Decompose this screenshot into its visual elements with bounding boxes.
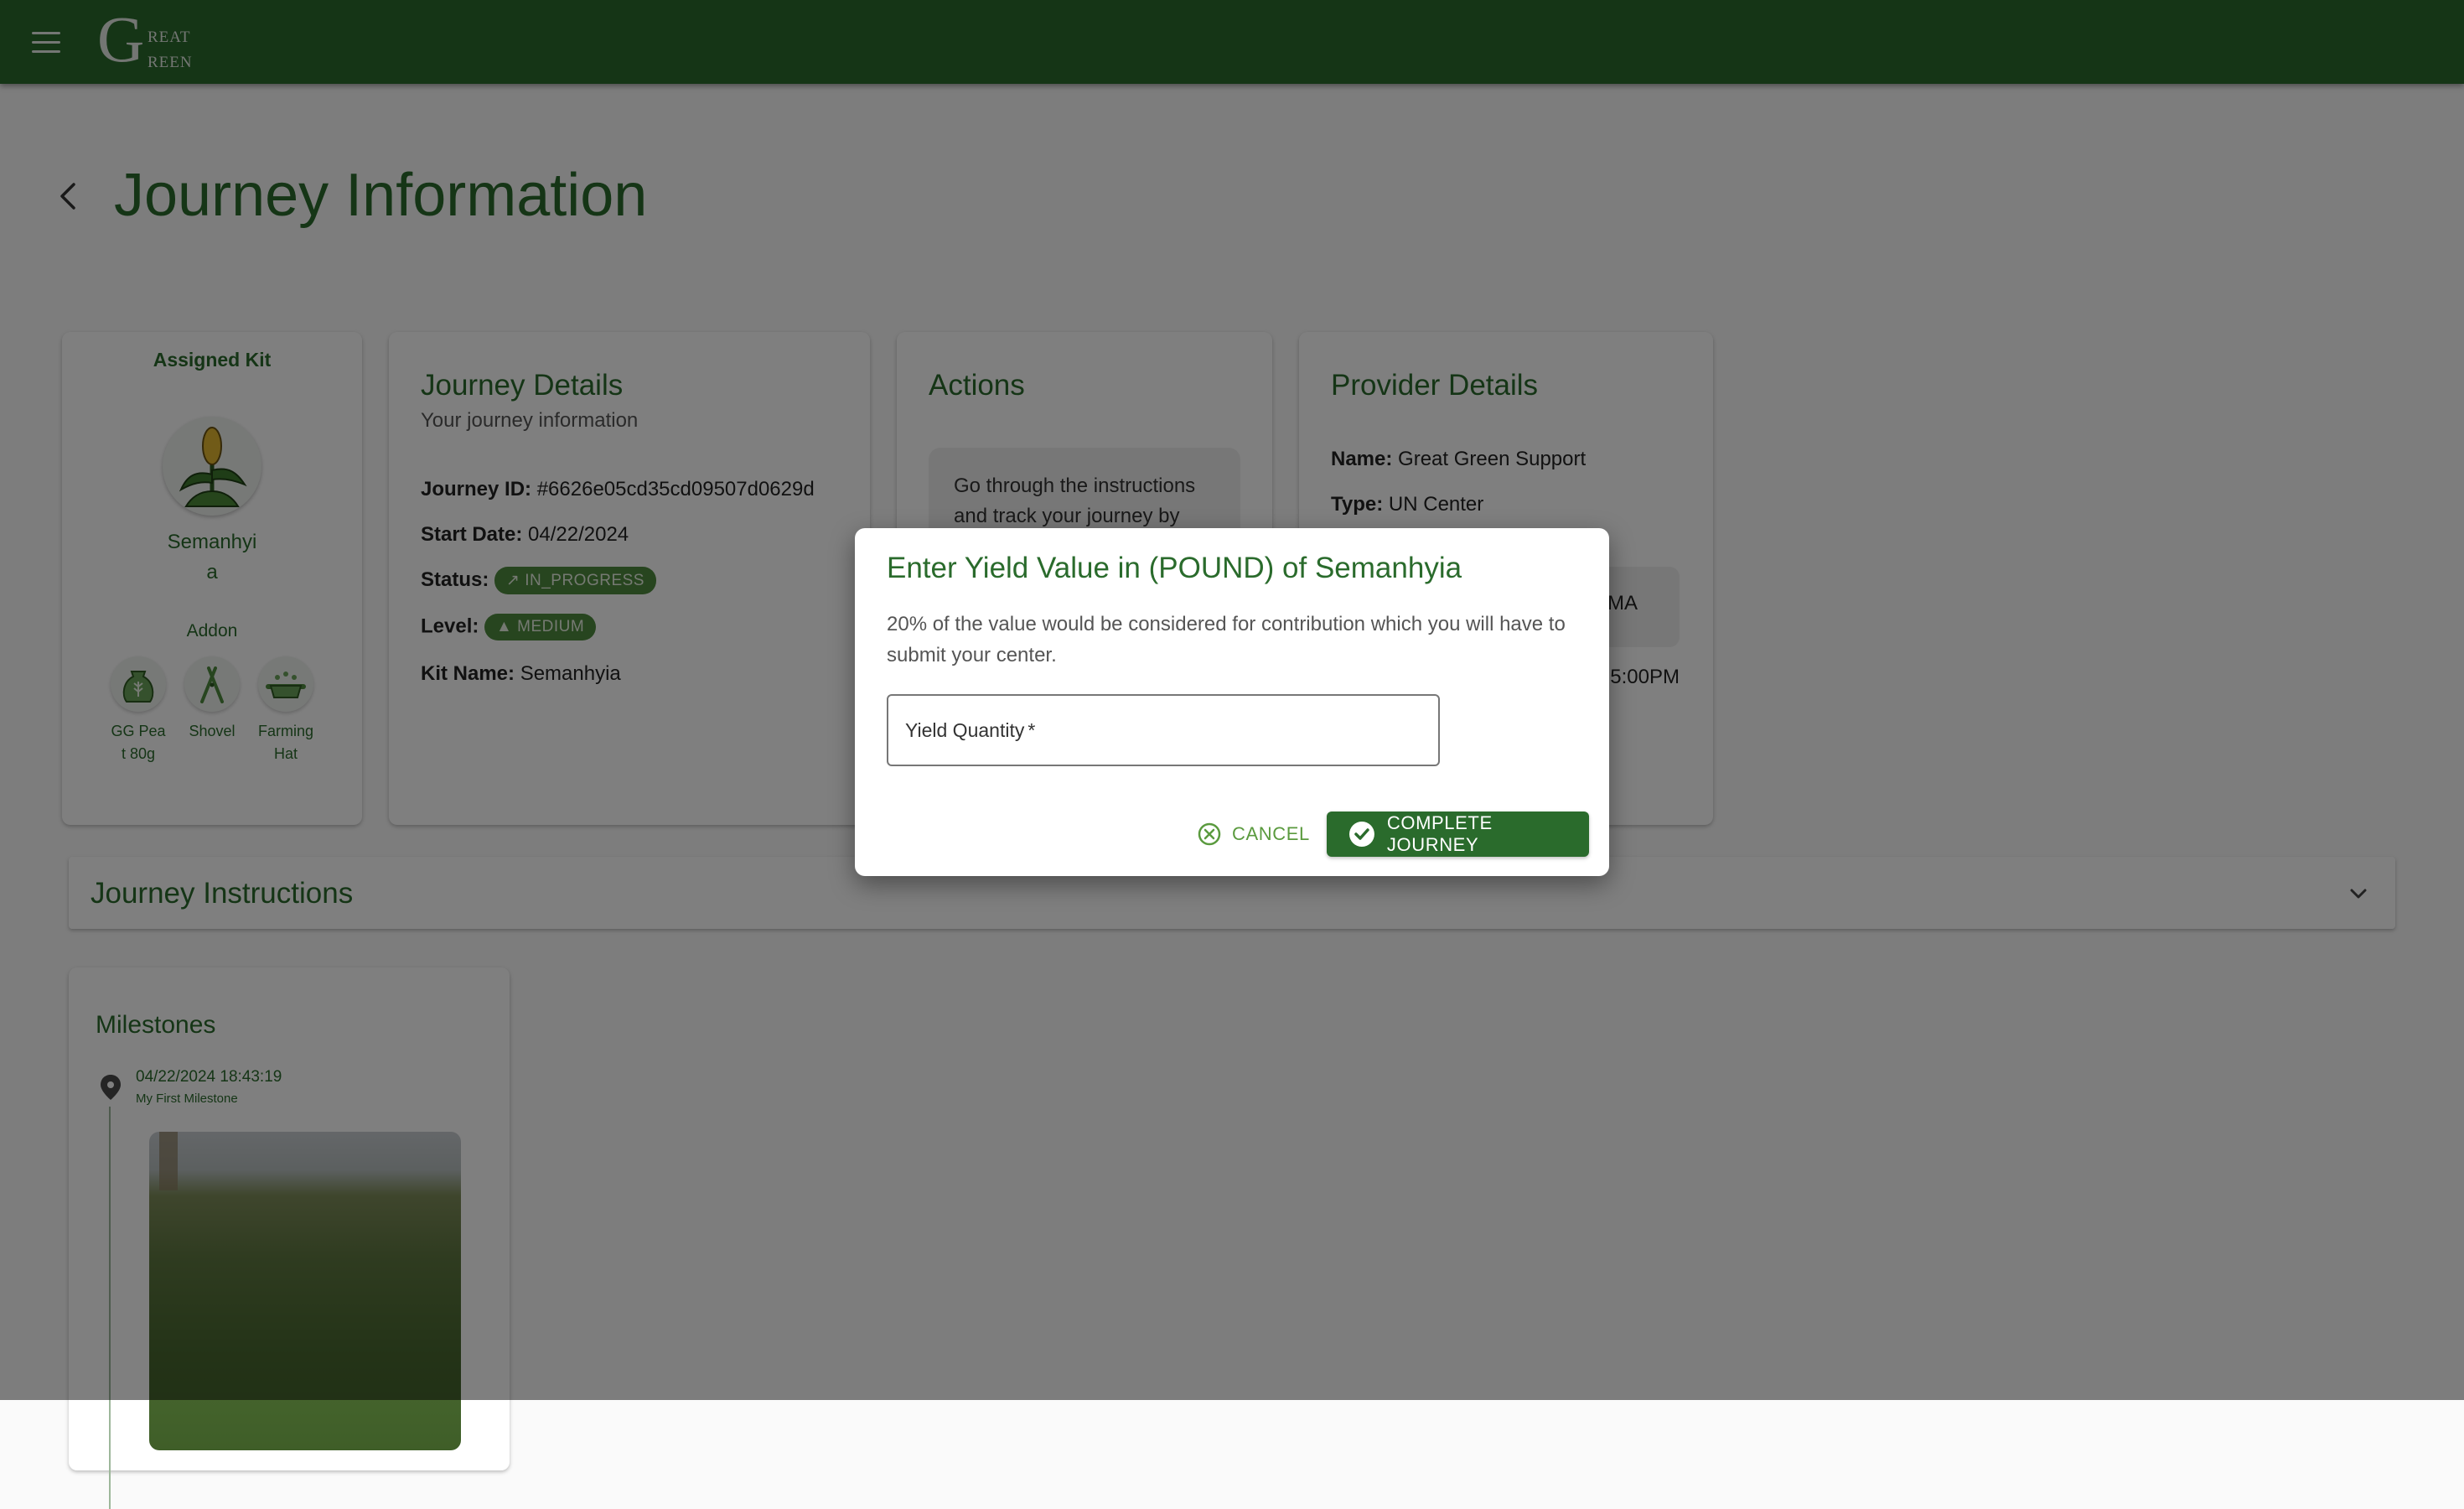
- cancel-label: CANCEL: [1232, 823, 1310, 844]
- dialog-body: 20% of the value would be considered for…: [887, 613, 1566, 666]
- check-circle-icon: [1348, 822, 1374, 847]
- cancel-button[interactable]: CANCEL: [1197, 813, 1310, 855]
- yield-quantity-input[interactable]: Yield Quantity *: [887, 694, 1440, 766]
- dialog-title: Enter Yield Value in (POUND) of Semanhyi…: [887, 552, 1462, 584]
- cancel-circle-icon: [1198, 822, 1221, 846]
- complete-journey-button[interactable]: COMPLETE JOURNEY: [1327, 812, 1589, 857]
- required-mark: *: [1028, 719, 1036, 741]
- yield-dialog: Enter Yield Value in (POUND) of Semanhyi…: [855, 528, 1609, 876]
- yield-quantity-label: Yield Quantity *: [905, 719, 1035, 742]
- yield-quantity-label-text: Yield Quantity: [905, 719, 1025, 741]
- complete-journey-label: COMPLETE JOURNEY: [1386, 812, 1493, 855]
